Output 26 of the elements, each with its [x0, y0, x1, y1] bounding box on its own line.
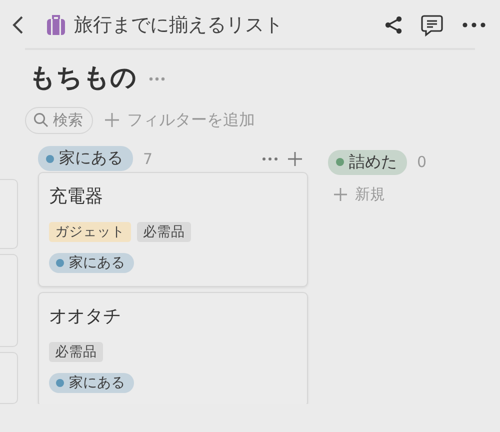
tag: 必需品 [137, 222, 191, 242]
status-tag: 家にある [49, 253, 134, 273]
item-card[interactable]: オオタチ 必需品 家にある [38, 292, 308, 404]
card-count: 0 [417, 153, 427, 171]
item-card[interactable]: 充電器 ガジェット 必需品 家にある [38, 172, 308, 287]
search-icon [33, 112, 49, 128]
plus-icon [334, 188, 347, 201]
suitcase-icon [46, 14, 66, 36]
new-item-button[interactable]: 新規 [334, 185, 478, 204]
page-title: もちもの [29, 62, 137, 94]
tag: ガジェット [49, 222, 131, 242]
share-icon[interactable] [384, 15, 404, 35]
page-breadcrumb: 旅行までに揃えるリスト [74, 13, 284, 38]
add-filter-button[interactable]: フィルターを追加 [105, 110, 255, 130]
plus-icon [105, 113, 119, 127]
card-count: 7 [143, 150, 153, 168]
tag: 必需品 [49, 342, 103, 362]
search-field[interactable]: 検索 [25, 106, 93, 134]
comment-icon[interactable] [420, 13, 444, 37]
status-tag: 家にある [49, 373, 134, 393]
more-icon[interactable] [462, 22, 486, 28]
plus-icon[interactable] [288, 152, 302, 166]
card-title: 充電器 [49, 185, 104, 208]
status-tag: 家にある [38, 146, 133, 171]
status-tag: 詰めた [328, 150, 407, 174]
card-title: オオタチ [49, 305, 122, 328]
